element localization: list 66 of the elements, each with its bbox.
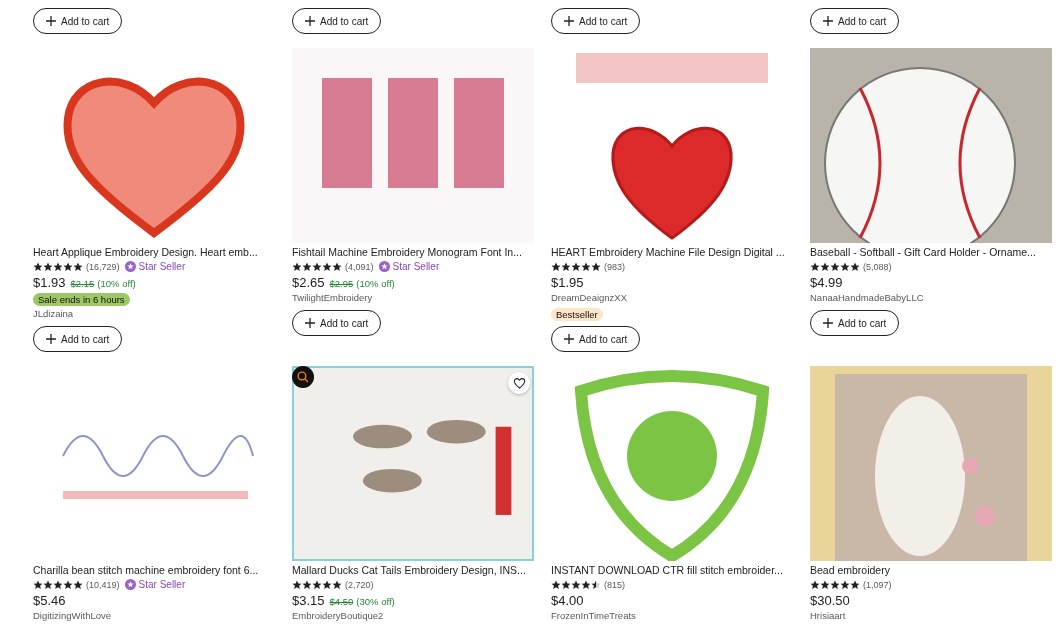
- review-count: (2,720): [345, 579, 374, 590]
- listing-title[interactable]: Fishtail Machine Embroidery Monogram Font In...: [292, 246, 534, 259]
- original-price: $2.95: [329, 278, 354, 289]
- plus-icon: [823, 16, 833, 26]
- price: $1.95: [551, 275, 584, 290]
- add-to-cart-button[interactable]: Add to cart: [551, 326, 641, 352]
- price: $4.99: [810, 275, 843, 290]
- review-count: (1,097): [863, 579, 892, 590]
- listing-title[interactable]: INSTANT DOWNLOAD CTR fill stitch embroider...: [551, 564, 793, 577]
- price: $30.50: [810, 593, 850, 608]
- discount-label: (10% off): [356, 278, 395, 289]
- shop-name[interactable]: Hrisiaart: [810, 610, 1052, 622]
- add-to-cart-button[interactable]: Add to cart: [810, 310, 900, 336]
- listing-title[interactable]: Mallard Ducks Cat Tails Embroidery Design, INS...: [292, 564, 534, 577]
- add-to-cart-button[interactable]: Add to cart: [33, 326, 123, 352]
- product-image[interactable]: [292, 48, 534, 243]
- plus-icon: [823, 318, 833, 328]
- listing-title[interactable]: Bead embroidery: [810, 564, 1052, 577]
- add-to-cart-button[interactable]: Add to cart: [292, 8, 382, 34]
- price: $4.00: [551, 593, 584, 608]
- sale-badge: Sale ends in 6 hours: [33, 292, 130, 306]
- plus-icon: [46, 334, 56, 344]
- discount-label: (10% off): [97, 278, 136, 289]
- review-count: (983): [604, 261, 625, 272]
- add-to-cart-button[interactable]: Add to cart: [292, 310, 382, 336]
- product-image[interactable]: [810, 48, 1052, 243]
- star-seller-label: Star Seller: [138, 579, 186, 590]
- review-count: (815): [604, 579, 625, 590]
- bestseller-badge: Bestseller: [551, 307, 603, 321]
- star-seller-label: Star Seller: [138, 261, 186, 272]
- shop-name[interactable]: EmbroideryBoutique2: [292, 610, 534, 622]
- review-count: (10,419): [86, 579, 120, 590]
- product-image[interactable]: [292, 366, 534, 561]
- original-price: $4.50: [329, 596, 354, 607]
- shop-name[interactable]: JLdizaina: [33, 308, 275, 320]
- shop-name[interactable]: DigitizingWithLove: [33, 610, 275, 622]
- discount-label: (30% off): [356, 596, 395, 607]
- add-to-cart-button[interactable]: Add to cart: [551, 8, 641, 34]
- review-count: (4,091): [345, 261, 374, 272]
- listing-title[interactable]: Heart Applique Embroidery Design. Heart emb...: [33, 246, 275, 259]
- star-seller-icon: [124, 579, 136, 590]
- plus-icon: [46, 16, 56, 26]
- plus-icon: [305, 16, 315, 26]
- shop-name[interactable]: FrozenInTimeTreats: [551, 610, 793, 622]
- shop-name[interactable]: DreamDeaignzXX: [551, 292, 793, 304]
- star-seller-label: Star Seller: [392, 261, 440, 272]
- price: $3.15: [292, 593, 325, 608]
- review-count: (5,088): [863, 261, 892, 272]
- star-seller-icon: [124, 261, 136, 272]
- add-to-cart-button[interactable]: Add to cart: [33, 8, 123, 34]
- review-count: (16,729): [86, 261, 120, 272]
- listing-title[interactable]: Charilla bean stitch machine embroidery font 6...: [33, 564, 275, 577]
- shop-name[interactable]: TwilightEmbroidery: [292, 292, 534, 304]
- original-price: $2.15: [70, 278, 95, 289]
- plus-icon: [564, 16, 574, 26]
- heart-icon: [512, 376, 526, 390]
- add-to-cart-button[interactable]: Add to cart: [810, 8, 900, 34]
- listing-title[interactable]: Baseball - Softball - Gift Card Holder - Orname...: [810, 246, 1052, 259]
- plus-icon: [564, 334, 574, 344]
- plus-icon: [305, 318, 315, 328]
- price: $5.46: [33, 593, 66, 608]
- star-seller-icon: [378, 261, 390, 272]
- price: $1.93: [33, 275, 66, 290]
- shop-name[interactable]: NanaaHandmadeBabyLLC: [810, 292, 1052, 304]
- price: $2.65: [292, 275, 325, 290]
- listing-title[interactable]: HEART Embroidery Machine File Design Digital ...: [551, 246, 793, 259]
